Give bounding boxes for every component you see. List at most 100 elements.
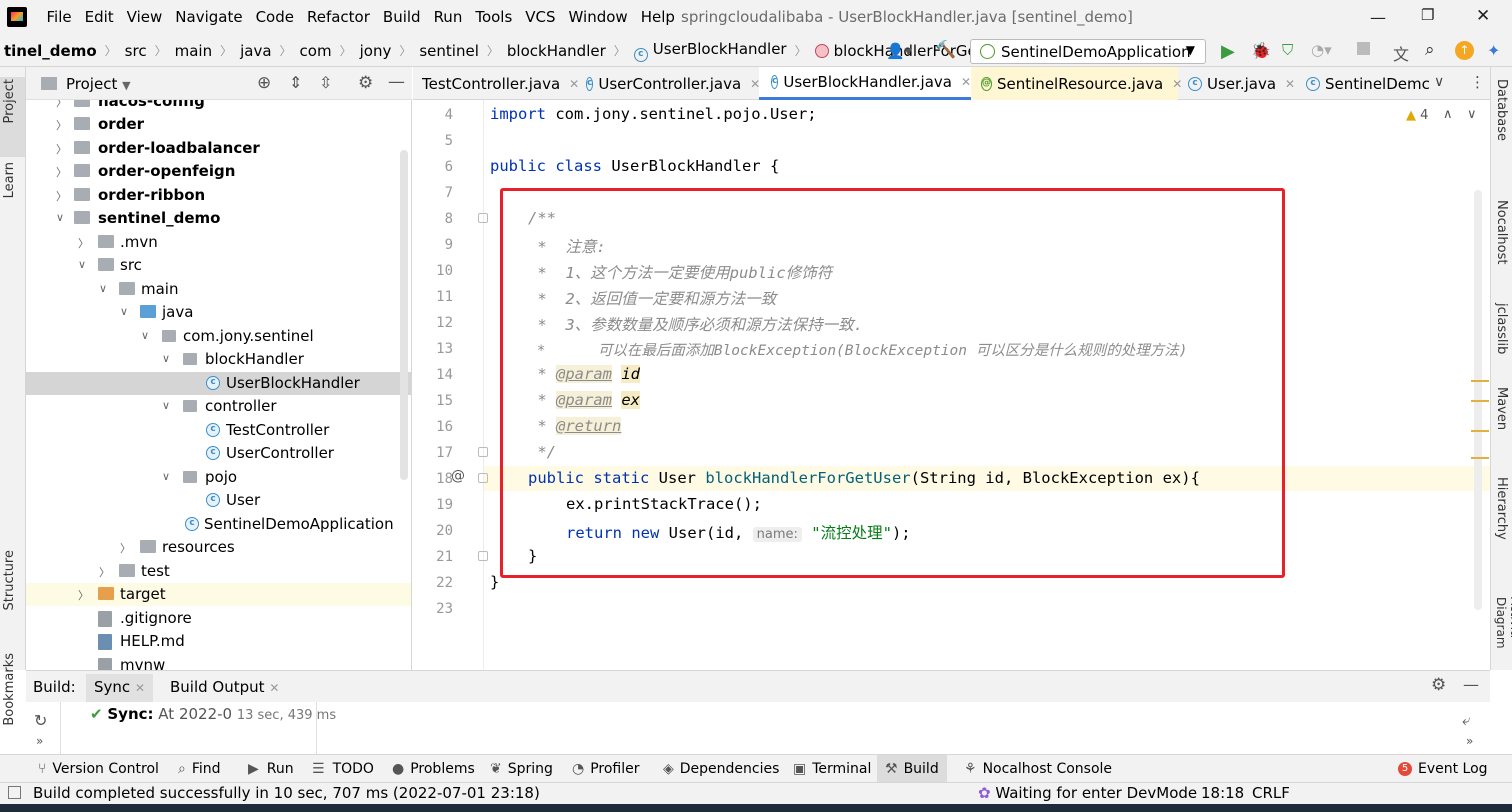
close-icon[interactable]: ✕ xyxy=(135,681,145,695)
tree-node-testcontroller[interactable]: c TestController xyxy=(26,419,411,442)
locate-icon[interactable]: ⊕ xyxy=(257,73,271,93)
tree-node-order-openfeign[interactable]: 〉 order-openfeign xyxy=(26,160,411,183)
stop-icon[interactable] xyxy=(1357,42,1370,55)
next-highlight-icon[interactable]: ∨ xyxy=(1467,107,1477,122)
run-configuration-select[interactable]: SentinelDemoApplication ▼ xyxy=(970,39,1206,64)
tab-user[interactable]: c User.java ✕ xyxy=(1178,67,1296,100)
tree-node-test[interactable]: 〉 test xyxy=(26,560,411,583)
tree-node-src[interactable]: ∨ src xyxy=(26,254,411,277)
devmode-status[interactable]: ✿ Waiting for enter DevMode xyxy=(978,784,1197,802)
breadcrumb-java[interactable]: java xyxy=(236,42,275,60)
fold-icon[interactable] xyxy=(478,551,488,561)
tree-node-order-ribbon[interactable]: 〉 order-ribbon xyxy=(26,184,411,207)
menu-view[interactable]: View xyxy=(120,8,169,26)
tab-usercontroller[interactable]: c UserController.java ✕ xyxy=(576,67,760,100)
soft-wrap-icon[interactable]: ⤶ xyxy=(1462,711,1470,729)
tree-node-nacos-config[interactable]: 〉 nacos-config xyxy=(26,100,411,113)
tab-sync[interactable]: Sync ✕ xyxy=(86,674,153,702)
plugin-icon[interactable]: ✦ xyxy=(1487,41,1500,60)
tree-node-gitignore[interactable]: .gitignore xyxy=(26,607,411,630)
project-scrollbar[interactable] xyxy=(400,150,408,480)
tree-node-package-pojo[interactable]: ∨ pojo xyxy=(26,466,411,489)
tool-dependencies[interactable]: ◈ Dependencies xyxy=(663,761,779,777)
minimize-icon[interactable]: — xyxy=(1370,8,1386,27)
close-icon[interactable]: ✕ xyxy=(269,681,279,695)
collapse-all-icon[interactable]: ⇳ xyxy=(319,73,332,92)
bpmn-tool-tab[interactable]: BPMN-Activiti-Diagram xyxy=(1494,597,1512,670)
tool-find[interactable]: ⌕ Find xyxy=(178,761,221,777)
gear-icon[interactable]: ⚙ xyxy=(358,73,373,93)
tool-event-log[interactable]: 5 Event Log xyxy=(1398,761,1488,777)
translate-icon[interactable]: 文 xyxy=(1393,41,1409,65)
hide-panel-icon[interactable]: — xyxy=(388,72,405,92)
expand-all-icon[interactable]: ⇕ xyxy=(289,73,302,92)
tree-node-package-blockhandler[interactable]: ∨ blockHandler xyxy=(26,348,411,371)
menu-window[interactable]: Window xyxy=(562,8,634,26)
tab-sentineldemoapplication[interactable]: c SentinelDemc xyxy=(1296,67,1441,100)
sync-refresh-icon[interactable]: ↻ xyxy=(34,711,47,730)
breadcrumb-src[interactable]: src xyxy=(121,42,151,60)
user-icon[interactable]: 👤▾ xyxy=(886,42,912,60)
toggle-tool-windows-icon[interactable] xyxy=(8,786,21,799)
tree-node-mvnw[interactable]: mvnw xyxy=(26,654,411,670)
menu-build[interactable]: Build xyxy=(376,8,427,26)
status-message[interactable]: Build completed successfully in 10 sec, … xyxy=(33,784,540,802)
breadcrumb-blockhandler[interactable]: blockHandler xyxy=(503,42,610,60)
tab-sentinelresource[interactable]: @ SentinelResource.java ✕ xyxy=(971,67,1182,100)
breadcrumb-com[interactable]: com xyxy=(296,42,336,60)
menu-help[interactable]: Help xyxy=(634,8,681,26)
fold-icon[interactable] xyxy=(478,473,488,483)
line-separator[interactable]: CRLF xyxy=(1252,784,1290,802)
run-icon[interactable]: ▶ xyxy=(1221,41,1235,62)
breadcrumb-jony[interactable]: jony xyxy=(356,42,396,60)
project-panel-title[interactable]: Project ▼ xyxy=(66,75,131,93)
cursor-position[interactable]: 18:18 xyxy=(1201,784,1244,802)
close-icon[interactable]: ✕ xyxy=(961,75,971,89)
jclasslib-tool-tab[interactable]: jclasslib xyxy=(1494,303,1509,354)
project-tool-tab[interactable]: Project xyxy=(2,79,17,123)
close-window-icon[interactable]: ✕ xyxy=(1476,6,1490,26)
tree-node-order[interactable]: 〉 order xyxy=(26,113,411,136)
breadcrumb-module[interactable]: tinel_demo xyxy=(0,42,101,60)
hierarchy-tool-tab[interactable]: Hierarchy xyxy=(1494,477,1509,540)
search-icon[interactable]: ⌕ xyxy=(1425,40,1435,60)
more-icon[interactable]: ⋮ xyxy=(1470,73,1485,91)
sync-status-row[interactable]: ✔ Sync: At 2022-0 13 sec, 439 ms xyxy=(90,705,336,723)
bookmarks-tool-tab[interactable]: Bookmarks xyxy=(2,653,17,726)
prev-highlight-icon[interactable]: ∧ xyxy=(1443,107,1453,122)
tab-testcontroller[interactable]: TestController.java ✕ xyxy=(413,67,579,100)
tab-userblockhandler[interactable]: c UserBlockHandler.java ✕ xyxy=(759,67,971,100)
tool-build[interactable]: ⚒ Build xyxy=(877,755,947,782)
tree-node-resources[interactable]: 〉 resources xyxy=(26,536,411,559)
update-icon[interactable]: ↑ xyxy=(1455,41,1474,60)
structure-tool-tab[interactable]: Structure xyxy=(2,550,17,610)
fold-icon[interactable] xyxy=(478,447,488,457)
breadcrumb-main[interactable]: main xyxy=(171,42,216,60)
warning-indicator[interactable]: ▲ 4 xyxy=(1406,108,1428,123)
menu-run[interactable]: Run xyxy=(427,8,469,26)
tab-list-chevron-icon[interactable]: ∨ xyxy=(1434,74,1444,90)
tree-node-package-controller[interactable]: ∨ controller xyxy=(26,395,411,418)
implements-annotation-icon[interactable]: @ xyxy=(451,468,465,484)
tool-todo[interactable]: ☰ TODO xyxy=(312,761,374,777)
tool-run[interactable]: ▶ Run xyxy=(248,761,294,777)
maven-tool-tab[interactable]: Maven xyxy=(1494,387,1509,430)
expand-more-icon[interactable]: » xyxy=(1466,734,1473,748)
tool-problems[interactable]: ● Problems xyxy=(392,761,475,777)
restore-icon[interactable]: ❐ xyxy=(1421,6,1434,24)
tree-node-user[interactable]: c User xyxy=(26,489,411,512)
coverage-icon[interactable]: ⛉ xyxy=(1282,41,1293,59)
hide-panel-icon[interactable]: — xyxy=(1463,675,1479,694)
tree-node-main[interactable]: ∨ main xyxy=(26,278,411,301)
menu-vcs[interactable]: VCS xyxy=(519,8,562,26)
tool-spring[interactable]: ❦ Spring xyxy=(490,761,553,777)
breadcrumb-sentinel[interactable]: sentinel xyxy=(415,42,483,60)
menu-navigate[interactable]: Navigate xyxy=(169,8,249,26)
close-icon[interactable]: ✕ xyxy=(1285,77,1295,91)
expand-more-icon[interactable]: » xyxy=(36,734,43,748)
tool-profiler[interactable]: ◔ Profiler xyxy=(572,761,640,777)
database-tool-tab[interactable]: Database xyxy=(1494,79,1509,141)
tree-node-sentinel-demo[interactable]: ∨ sentinel_demo xyxy=(26,207,411,230)
profile-icon[interactable]: ◔▾ xyxy=(1311,41,1332,59)
breadcrumb-class[interactable]: c UserBlockHandler xyxy=(630,40,791,62)
